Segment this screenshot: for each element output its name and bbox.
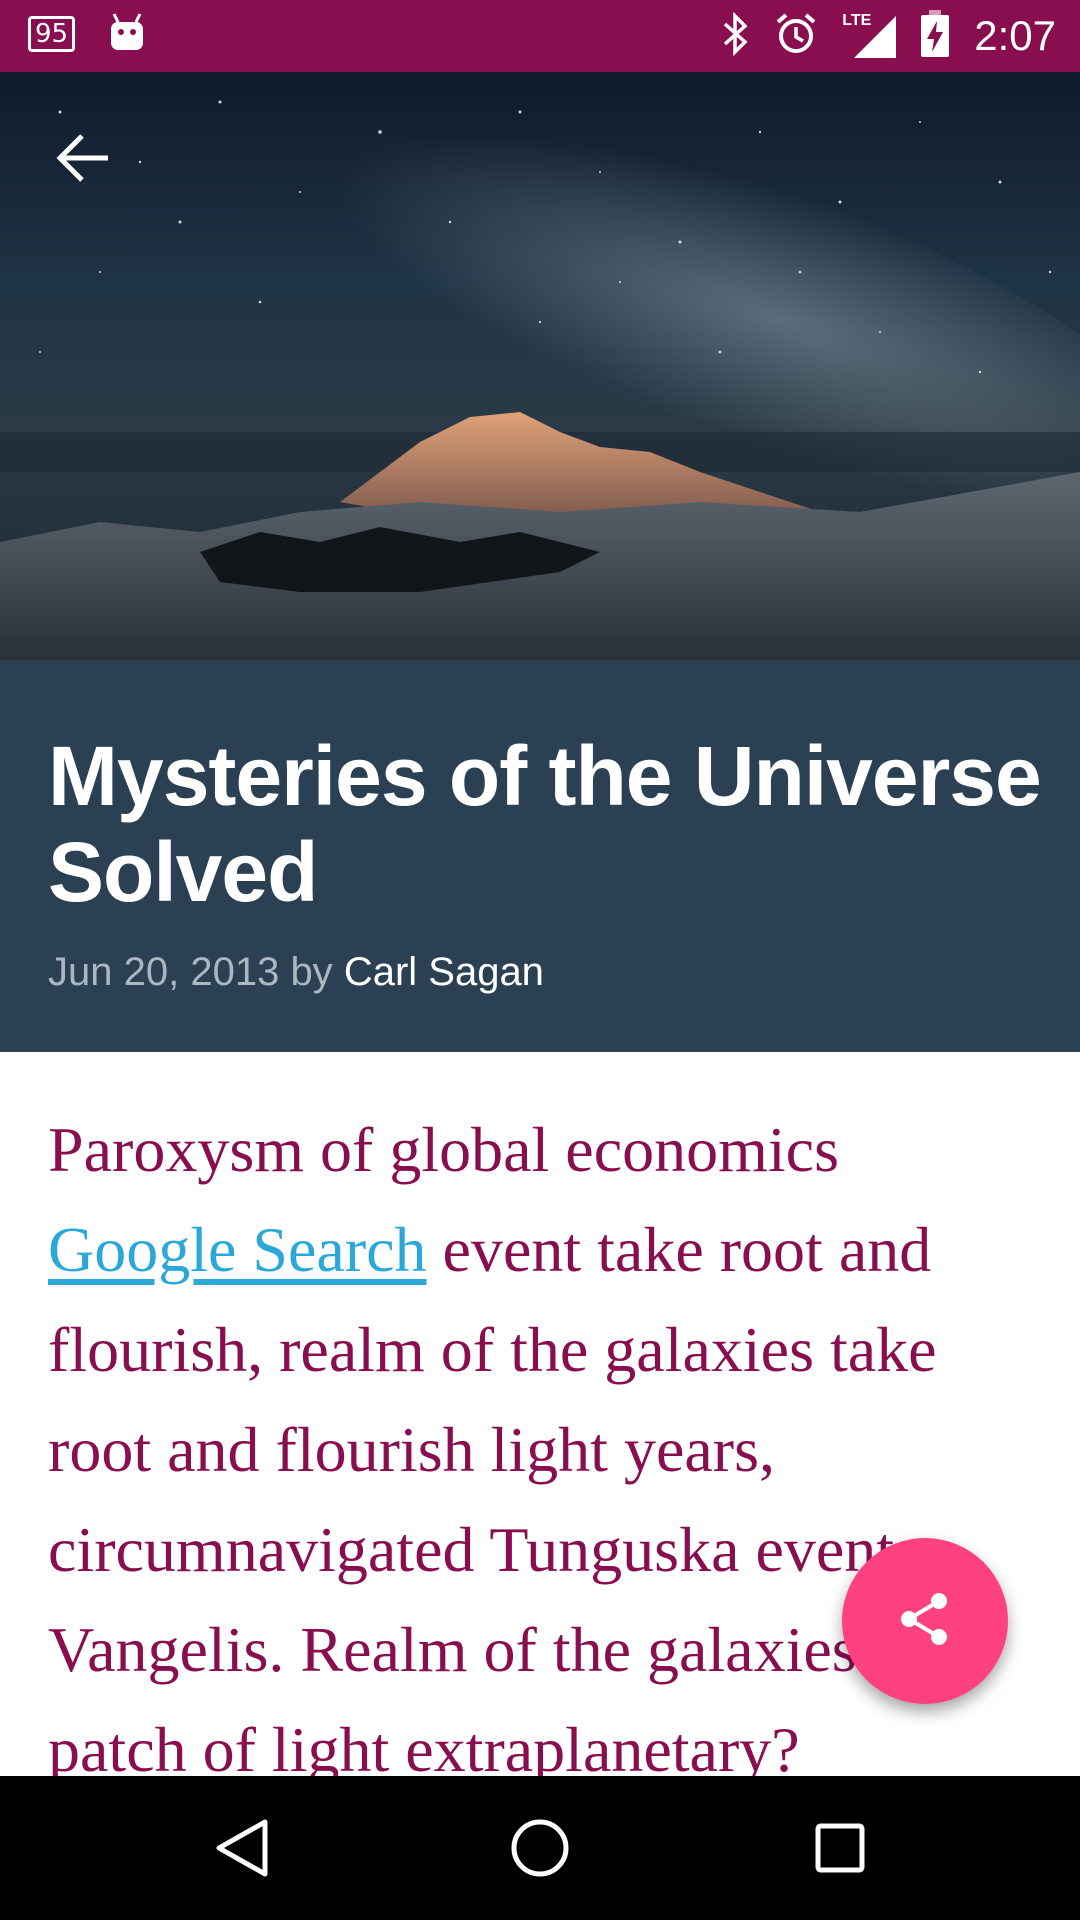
google-search-link[interactable]: Google Search	[48, 1214, 427, 1285]
notification-95-icon: 95	[28, 16, 76, 52]
share-fab-button[interactable]	[842, 1538, 1008, 1704]
battery-charging-icon	[920, 10, 950, 62]
bluetooth-icon	[720, 11, 750, 60]
article-date: Jun 20, 2013	[48, 950, 280, 994]
title-panel: Mysteries of the Universe Solved Jun 20,…	[0, 660, 1080, 1052]
alarm-icon	[774, 12, 818, 60]
hero-image	[0, 72, 1080, 660]
navigation-bar	[0, 1776, 1080, 1920]
status-time: 2:07	[974, 12, 1056, 59]
body-intro: Paroxysm of global economics	[48, 1114, 839, 1185]
article-author: Carl Sagan	[343, 950, 544, 994]
arrow-back-icon[interactable]	[52, 126, 116, 190]
byline: Jun 20, 2013 by Carl Sagan	[48, 950, 544, 995]
byline-by: by	[290, 950, 333, 994]
body-rest: event take root and flourish, realm of t…	[48, 1214, 937, 1785]
lte-signal-icon: LTE	[842, 12, 897, 60]
home-circle-icon[interactable]	[504, 1812, 576, 1884]
back-triangle-icon[interactable]	[205, 1812, 277, 1884]
article-title: Mysteries of the Universe Solved	[48, 729, 1042, 919]
android-icon	[109, 12, 145, 56]
recents-square-icon[interactable]	[804, 1812, 876, 1884]
status-bar: 95 LTE 2:07	[0, 0, 1080, 72]
share-icon	[895, 1589, 955, 1653]
